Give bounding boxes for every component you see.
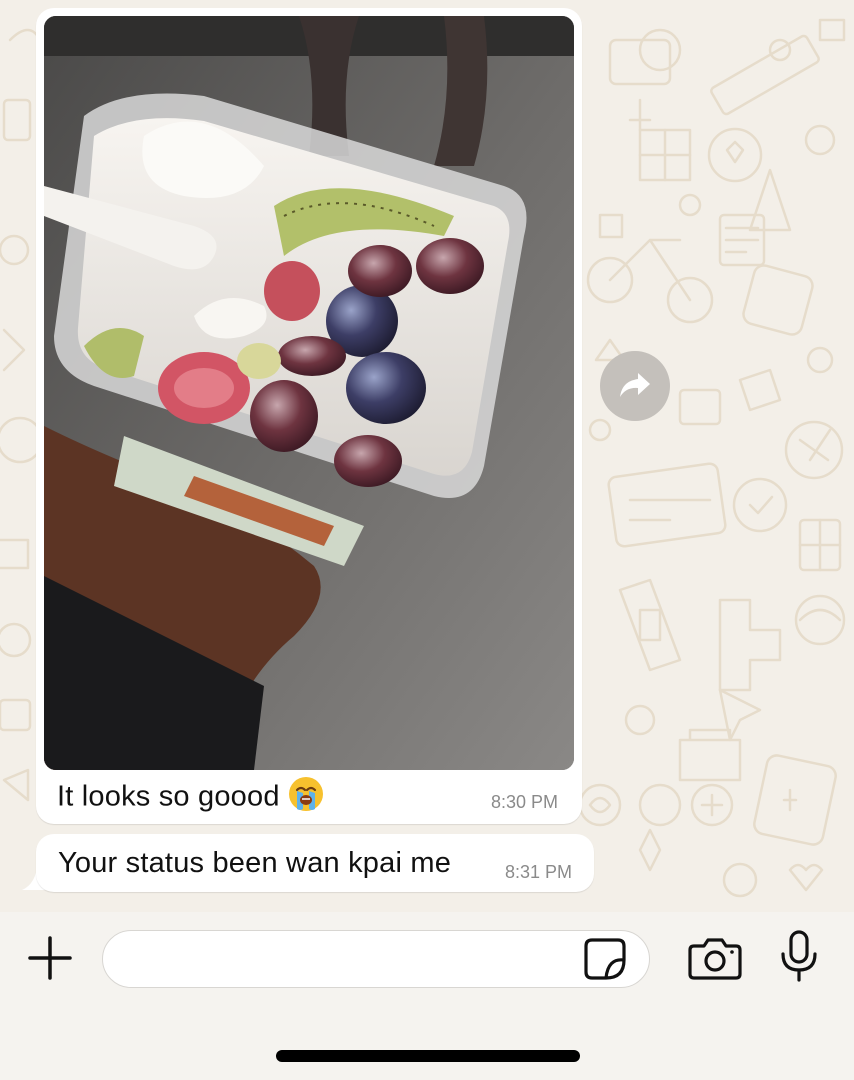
message-timestamp: 8:31 PM xyxy=(504,862,572,882)
forward-icon xyxy=(620,373,650,397)
loudly-crying-face-icon xyxy=(288,776,324,820)
message-input[interactable] xyxy=(102,930,650,988)
sticker-button[interactable] xyxy=(582,936,628,982)
fruit-salad-photo[interactable] xyxy=(44,16,574,770)
plus-icon xyxy=(28,936,72,980)
message-timestamp: 8:30 PM xyxy=(490,792,558,812)
image-message-bubble[interactable]: It looks so goood 8:30 PM xyxy=(36,8,582,824)
text-message-bubble[interactable]: Your status been wan kpai me 8:31 PM xyxy=(36,834,594,892)
forward-button[interactable] xyxy=(600,351,670,421)
chat-background: It looks so goood 8:30 PM Your status be… xyxy=(0,0,854,912)
camera-button[interactable] xyxy=(688,934,742,982)
photo-illustration xyxy=(44,16,574,770)
caption-text: It looks so goood xyxy=(57,780,280,813)
message-text: Your status been wan kpai me xyxy=(58,847,452,879)
image-caption: It looks so goood xyxy=(57,776,324,820)
home-indicator[interactable] xyxy=(276,1050,580,1062)
sticker-icon xyxy=(584,938,626,980)
camera-icon xyxy=(688,938,742,980)
microphone-button[interactable] xyxy=(778,930,820,984)
microphone-icon xyxy=(781,930,817,982)
attach-button[interactable] xyxy=(26,934,74,982)
